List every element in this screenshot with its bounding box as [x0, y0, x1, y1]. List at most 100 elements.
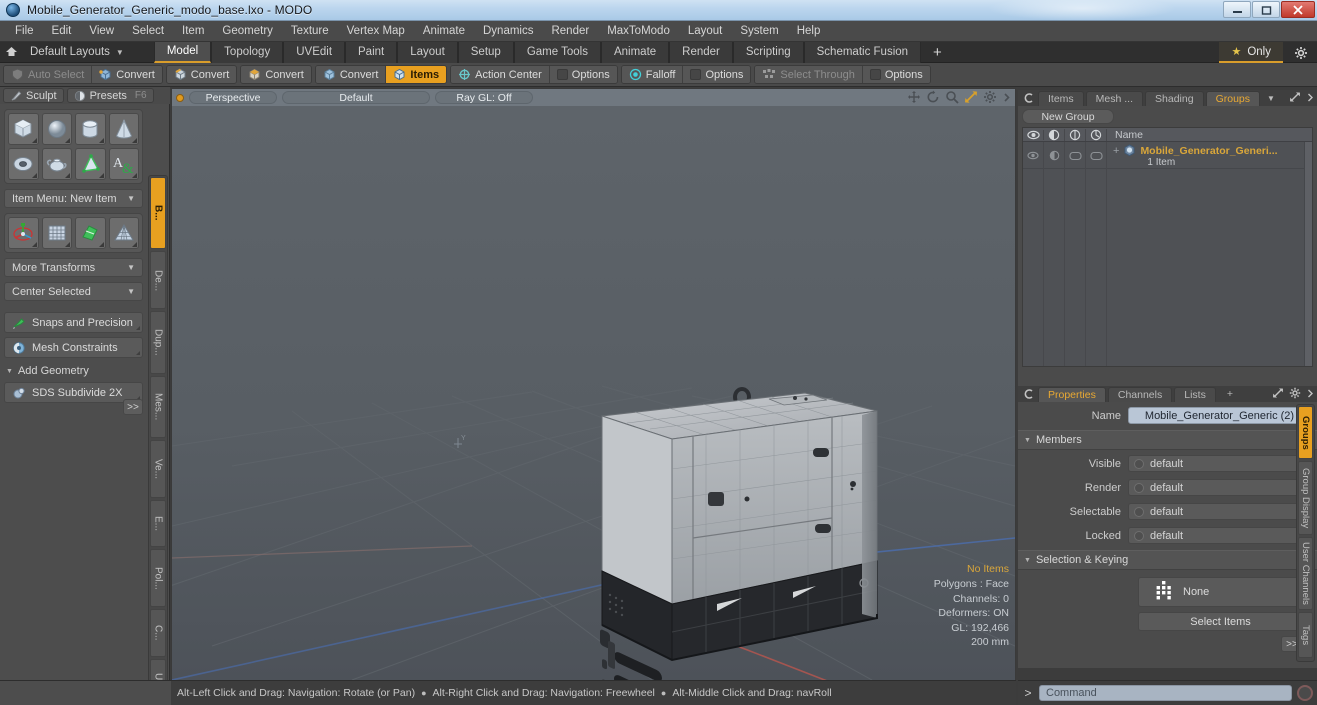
vtab-group-display[interactable]: Group Display [1298, 461, 1313, 535]
panel-menu-icon[interactable] [1024, 389, 1034, 399]
tab-mesh-ops[interactable]: Mesh ... [1085, 90, 1144, 106]
panel-menu-icon[interactable] [1024, 93, 1034, 103]
tab-paint[interactable]: Paint [345, 41, 398, 63]
viewport-3d[interactable]: Perspective Default Ray GL: Off Y No Ite… [171, 88, 1016, 680]
chevron-right-icon[interactable] [1002, 91, 1011, 104]
menu-dynamics[interactable]: Dynamics [474, 23, 542, 39]
move-transform[interactable] [8, 217, 39, 249]
auto-select-button[interactable]: Auto Select [4, 66, 93, 83]
tab-model[interactable]: Model [153, 41, 212, 63]
add-properties-tab[interactable]: + [1218, 387, 1242, 401]
vtab-user-channels[interactable]: User Channels [1298, 536, 1313, 611]
only-toggle-button[interactable]: ★ Only [1219, 42, 1283, 63]
bend-tool[interactable] [75, 217, 106, 249]
sphere-primitive[interactable] [41, 113, 72, 145]
selection-keying-section-header[interactable]: ▼ Selection & Keying [1018, 550, 1317, 570]
menu-edit[interactable]: Edit [43, 23, 81, 39]
home-icon[interactable] [0, 46, 22, 58]
menu-animate[interactable]: Animate [414, 23, 474, 39]
gear-icon[interactable] [983, 90, 997, 104]
menu-view[interactable]: View [80, 23, 123, 39]
gear-icon[interactable] [1289, 387, 1301, 399]
tab-schematic-fusion[interactable]: Schematic Fusion [803, 41, 922, 63]
falloff-options-button[interactable]: Options [683, 66, 751, 83]
chevron-right-icon[interactable] [1306, 388, 1314, 399]
cylinder-primitive[interactable] [75, 113, 106, 145]
select-through-button[interactable]: Select Through [755, 66, 863, 83]
sidebar-vtab-curve[interactable]: C... [150, 608, 166, 657]
selectable-select[interactable]: default ▼ [1128, 503, 1311, 520]
cone-primitive[interactable] [108, 113, 139, 145]
add-layout-tab-button[interactable]: + [921, 42, 954, 63]
sidebar-vtab-edge[interactable]: E... [150, 499, 166, 548]
fit-icon[interactable] [964, 90, 978, 104]
sidebar-vtab-deform[interactable]: De... [150, 251, 166, 310]
viewport-view-mode[interactable]: Perspective [189, 91, 277, 104]
tab-animate[interactable]: Animate [600, 41, 670, 63]
falloff-button[interactable]: Falloff [621, 66, 684, 83]
render-select[interactable]: default ▼ [1128, 479, 1311, 496]
row-render-toggle[interactable] [1044, 142, 1065, 169]
viewport-menu-dot[interactable] [176, 93, 184, 102]
menu-geometry[interactable]: Geometry [213, 23, 282, 39]
gear-icon[interactable] [1289, 44, 1313, 62]
add-geometry-section[interactable]: ▼ Add Geometry [4, 362, 143, 380]
sidebar-vtab-mesh-edit[interactable]: Mes... [150, 375, 166, 439]
teapot-primitive[interactable] [41, 148, 72, 180]
minimize-icon[interactable] [1223, 1, 1251, 18]
sidebar-tab-presets[interactable]: Presets F6 [66, 88, 154, 103]
restore-icon[interactable] [1252, 1, 1280, 18]
record-icon[interactable] [1297, 685, 1313, 701]
row-selectable-toggle[interactable] [1065, 142, 1086, 169]
select-items-button[interactable]: Select Items [1138, 612, 1303, 631]
menu-item[interactable]: Item [173, 23, 213, 39]
groups-list-scrollbar[interactable] [1304, 142, 1312, 366]
row-lock-toggle[interactable] [1086, 142, 1107, 169]
tab-groups[interactable]: Groups [1205, 90, 1261, 106]
tab-topology[interactable]: Topology [211, 41, 284, 63]
tab-layout[interactable]: Layout [397, 41, 458, 63]
tab-shading[interactable]: Shading [1145, 90, 1204, 106]
tab-uvedit[interactable]: UVEdit [283, 41, 346, 63]
menu-render[interactable]: Render [542, 23, 598, 39]
tab-lists[interactable]: Lists [1174, 386, 1216, 402]
convert-vertex-button[interactable]: Convert [92, 66, 162, 83]
menu-help[interactable]: Help [788, 23, 830, 39]
command-input[interactable]: Command [1039, 685, 1292, 701]
menu-file[interactable]: File [6, 23, 43, 39]
convert-item-button[interactable]: Convert [315, 66, 387, 83]
tab-setup[interactable]: Setup [457, 41, 514, 63]
table-row[interactable]: + Mobile_Generator_Generi... 1 Item [1023, 142, 1312, 169]
sidebar-vtab-polygon[interactable]: Pol... [150, 549, 166, 607]
tab-channels[interactable]: Channels [1107, 386, 1173, 402]
sidebar-vtab-basic[interactable]: B... [150, 177, 166, 250]
groups-list[interactable]: Name + Mobile_Generator_Generi... 1 Item [1022, 127, 1313, 367]
chevron-right-icon[interactable] [1306, 92, 1314, 103]
members-section-header[interactable]: ▼ Members [1018, 430, 1317, 450]
close-icon[interactable] [1281, 1, 1315, 18]
item-menu-dropdown[interactable]: Item Menu: New Item ▼ [4, 189, 143, 208]
select-through-options-button[interactable]: Options [862, 66, 930, 83]
expand-row-icon[interactable]: + [1113, 145, 1119, 157]
chevron-down-icon[interactable]: ▼ [1267, 94, 1275, 103]
more-transforms-dropdown[interactable]: More Transforms ▼ [4, 258, 143, 277]
vtab-groups[interactable]: Groups [1298, 406, 1313, 460]
tab-properties[interactable]: Properties [1038, 386, 1106, 402]
viewport-canvas[interactable]: Y No Items Polygons: Face Channels: 0 D… [172, 106, 1015, 680]
convert-polygon-button[interactable]: Convert [241, 66, 311, 83]
viewport-raygl-toggle[interactable]: Ray GL: Off [435, 91, 533, 104]
sidebar-tab-sculpt[interactable]: Sculpt [3, 88, 64, 103]
center-selected-dropdown[interactable]: Center Selected ▼ [4, 282, 143, 301]
tab-scripting[interactable]: Scripting [732, 41, 804, 63]
row-visibility-toggle[interactable] [1023, 142, 1044, 169]
sidebar-more-button[interactable]: >> [123, 399, 143, 415]
selection-none-button[interactable]: None [1138, 577, 1303, 607]
action-center-options-button[interactable]: Options [549, 66, 617, 83]
cube-primitive[interactable] [8, 113, 39, 145]
mesh-constraints-button[interactable]: Mesh Constraints [4, 337, 143, 358]
menu-layout[interactable]: Layout [679, 23, 732, 39]
convert-edge-button[interactable]: Convert [166, 66, 237, 83]
visible-select[interactable]: default ▼ [1128, 455, 1311, 472]
pan-icon[interactable] [907, 90, 921, 104]
name-input[interactable]: Mobile_Generator_Generic (2) [1128, 407, 1311, 424]
